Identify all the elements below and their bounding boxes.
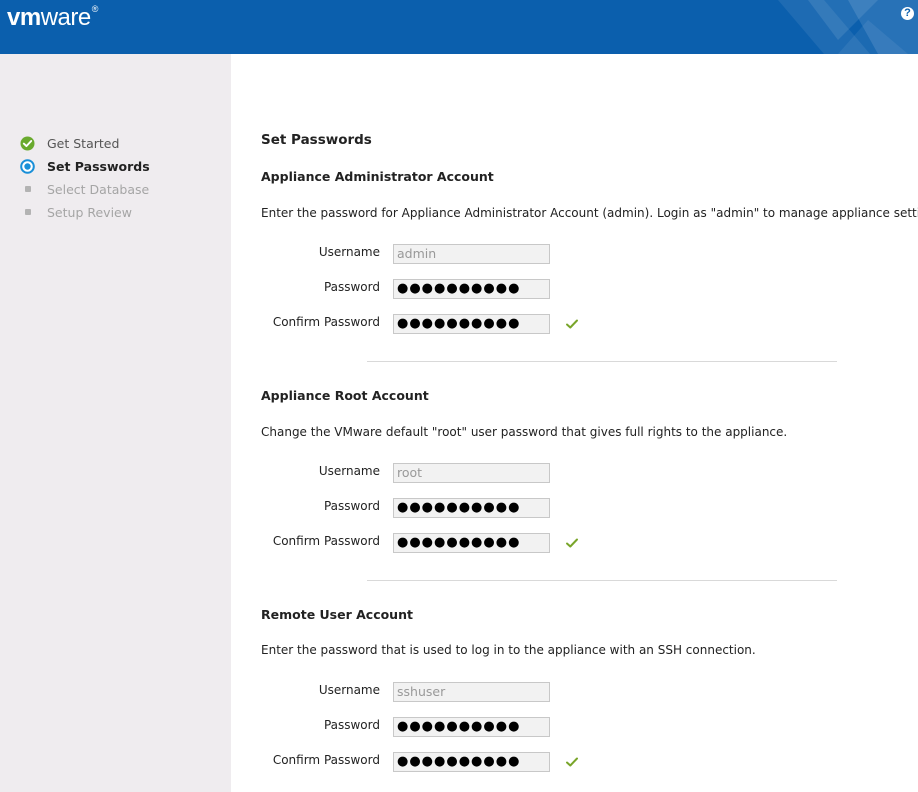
- root-password-field[interactable]: ●●●●●●●●●●: [393, 498, 550, 518]
- help-icon[interactable]: ?: [901, 7, 914, 20]
- checkmark-icon: [566, 757, 578, 767]
- remote-section-description: Enter the password that is used to log i…: [261, 643, 756, 657]
- remote-section-title: Remote User Account: [261, 607, 413, 622]
- top-header-bar: vmware® ?: [0, 0, 918, 54]
- step-label: Select Database: [47, 181, 150, 197]
- remote-password-field[interactable]: ●●●●●●●●●●: [393, 717, 550, 737]
- admin-password-field[interactable]: ●●●●●●●●●●: [393, 279, 550, 299]
- page-title: Set Passwords: [261, 132, 372, 148]
- admin-section-title: Appliance Administrator Account: [261, 169, 494, 184]
- remote-confirm-password-label: Confirm Password: [272, 753, 380, 767]
- remote-confirm-password-field[interactable]: ●●●●●●●●●●: [393, 752, 550, 772]
- root-password-label: Password: [323, 499, 380, 513]
- admin-username-field[interactable]: admin: [393, 244, 550, 264]
- step-label: Set Passwords: [47, 158, 150, 174]
- pending-step-dot-icon: [20, 182, 35, 197]
- step-set-passwords[interactable]: Set Passwords: [20, 156, 150, 176]
- vmware-logo: vmware®: [7, 4, 98, 31]
- check-circle-icon: [20, 136, 35, 151]
- admin-confirm-password-field[interactable]: ●●●●●●●●●●: [393, 314, 550, 334]
- root-username-field[interactable]: root: [393, 463, 550, 483]
- step-get-started[interactable]: Get Started: [20, 133, 119, 153]
- admin-section-description: Enter the password for Appliance Adminis…: [261, 206, 918, 220]
- root-section-title: Appliance Root Account: [261, 388, 429, 403]
- root-confirm-password-label: Confirm Password: [272, 534, 380, 548]
- step-label: Get Started: [47, 135, 120, 151]
- remote-password-label: Password: [323, 718, 380, 732]
- admin-confirm-password-label: Confirm Password: [272, 315, 380, 329]
- remote-username-label: Username: [318, 683, 380, 697]
- wizard-steps-sidebar: Get Started Set Passwords Select Databas…: [0, 54, 231, 792]
- root-username-label: Username: [318, 464, 380, 478]
- checkmark-icon: [566, 538, 578, 548]
- step-label: Setup Review: [47, 204, 132, 220]
- root-confirm-password-field[interactable]: ●●●●●●●●●●: [393, 533, 550, 553]
- section-divider: [367, 580, 837, 581]
- admin-username-label: Username: [318, 245, 380, 259]
- step-select-database[interactable]: Select Database: [20, 179, 149, 199]
- checkmark-icon: [566, 319, 578, 329]
- current-step-ring-icon: [20, 158, 35, 174]
- step-setup-review[interactable]: Setup Review: [20, 202, 132, 222]
- section-divider: [367, 361, 837, 362]
- admin-password-label: Password: [323, 280, 380, 294]
- remote-username-field[interactable]: sshuser: [393, 682, 550, 702]
- root-section-description: Change the VMware default "root" user pa…: [261, 425, 788, 439]
- header-decoration-graphic: [778, 0, 918, 54]
- pending-step-dot-icon: [20, 205, 35, 220]
